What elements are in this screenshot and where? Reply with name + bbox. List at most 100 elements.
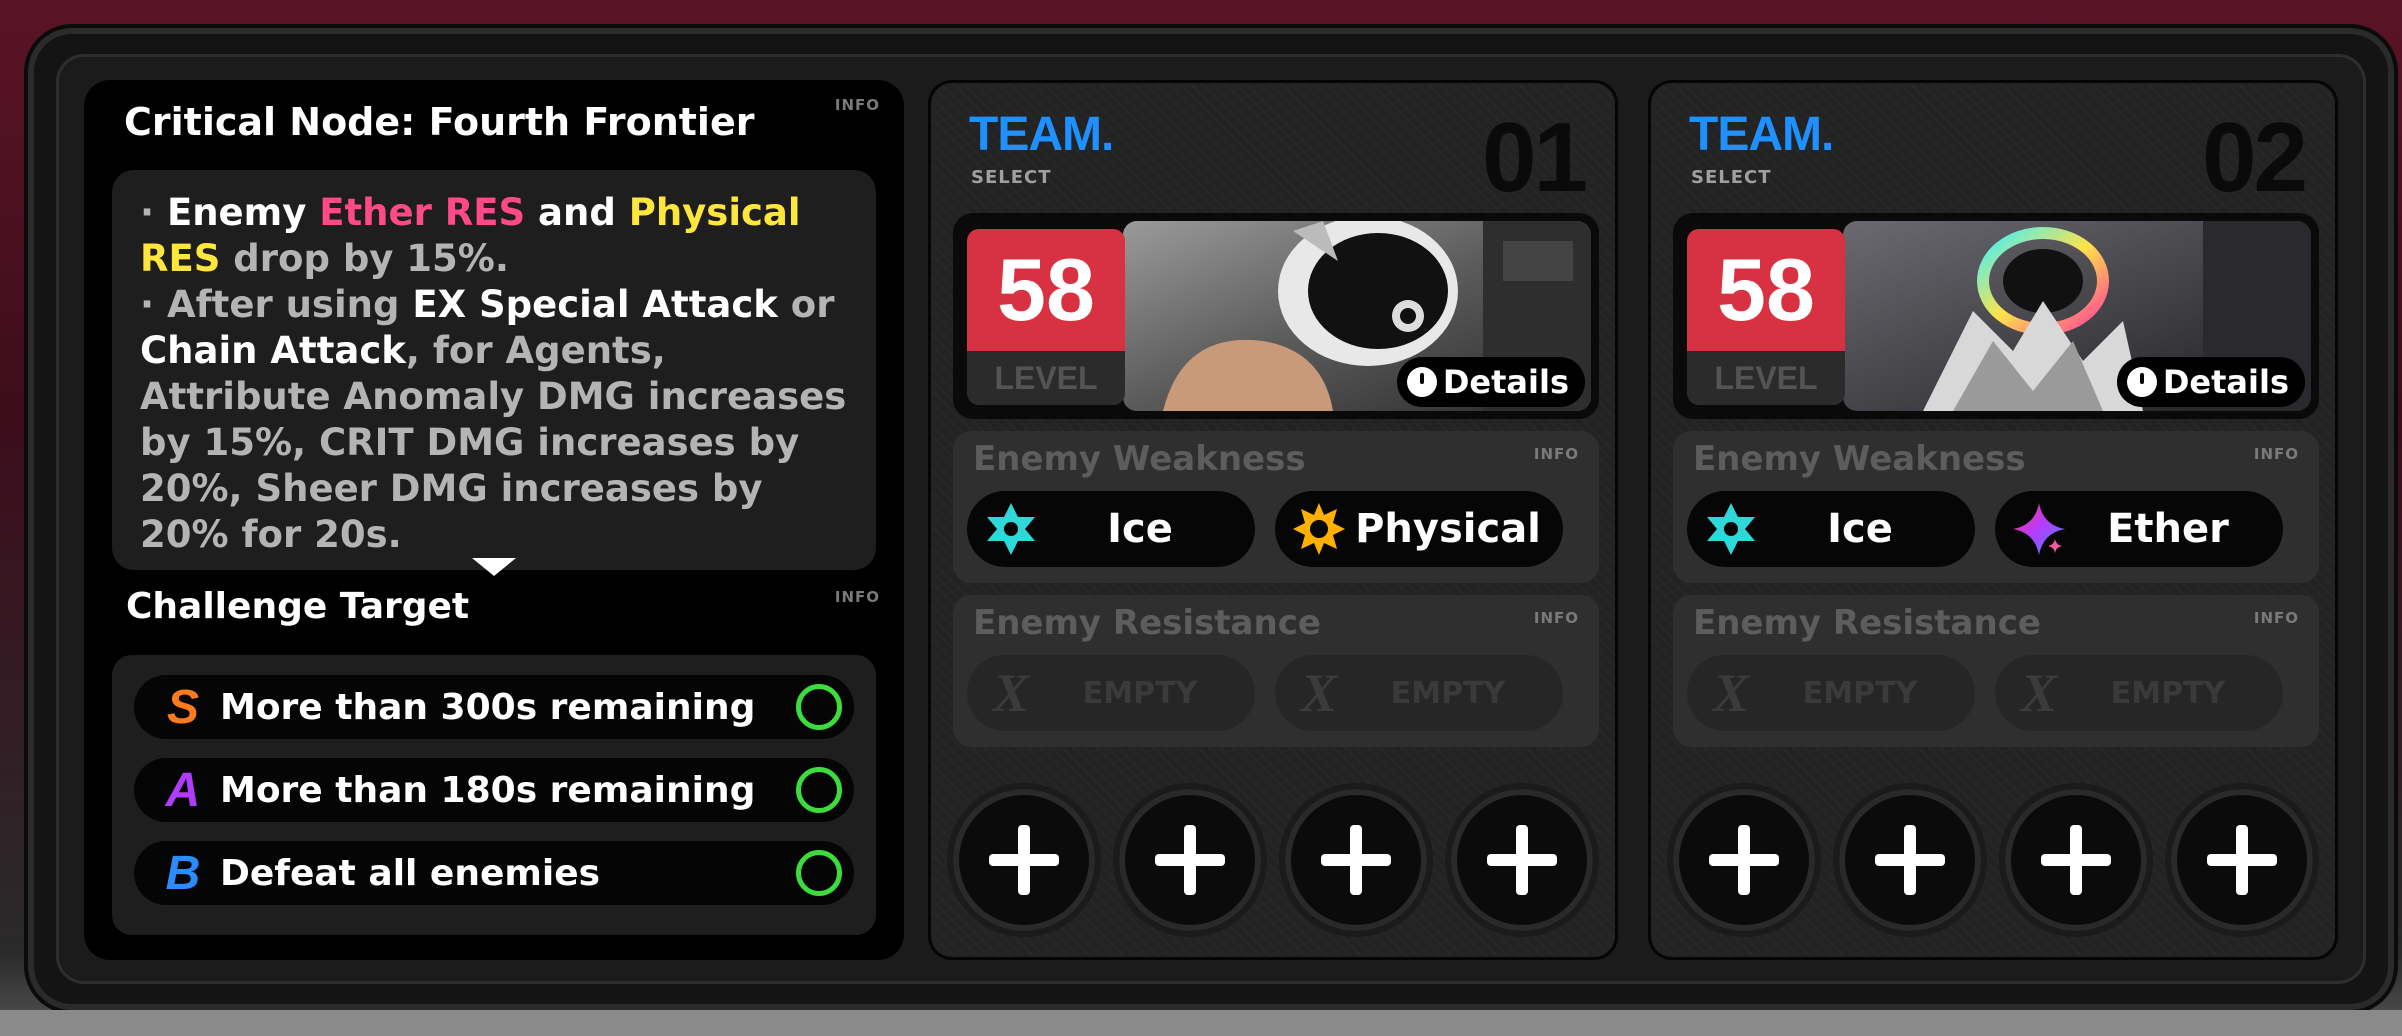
plus-icon: [1321, 825, 1391, 895]
node-description[interactable]: · Enemy Ether RES and Physical RES drop …: [112, 170, 876, 570]
weakness-info-button[interactable]: INFO: [2254, 445, 2299, 463]
desc-text: or: [777, 283, 835, 326]
level-badge: 58 LEVEL: [967, 229, 1125, 405]
level-label: LEVEL: [967, 351, 1125, 405]
enemy-banner[interactable]: 58 LEVEL Details: [1673, 213, 2319, 419]
weakness-ether[interactable]: Ether: [1995, 491, 2283, 567]
add-agent-slot[interactable]: [1445, 783, 1599, 937]
plus-icon: [989, 825, 1059, 895]
node-info-button[interactable]: INFO: [835, 96, 880, 114]
chain-attack-text: Chain Attack: [140, 329, 406, 372]
node-info-panel: Critical Node: Fourth Frontier INFO · En…: [84, 80, 904, 960]
resistance-label: EMPTY: [2110, 675, 2226, 711]
team-select-label: SELECT: [1691, 167, 1772, 188]
clock-icon: [2126, 367, 2157, 397]
enemy-resistance-title: Enemy Resistance: [973, 603, 1321, 643]
enemy-banner[interactable]: 58 LEVEL Details: [953, 213, 1599, 419]
rank-s-icon: S: [166, 680, 199, 734]
challenge-info-button[interactable]: INFO: [835, 588, 880, 606]
level-value: 58: [967, 229, 1125, 351]
team-select-label: SELECT: [971, 167, 1052, 188]
bullet: ·: [140, 283, 167, 326]
enemy-weakness-section: Enemy Weakness INFO Ice Physical: [953, 431, 1599, 583]
ether-res-text: Ether RES: [319, 191, 526, 234]
add-agent-slot[interactable]: [2165, 783, 2319, 937]
team-panel-02: TEAM. SELECT 02 58 LEVEL Details Enemy W…: [1648, 80, 2338, 960]
weakness-ice[interactable]: Ice: [1687, 491, 1975, 567]
bullet: ·: [140, 191, 167, 234]
empty-x-icon: X: [992, 663, 1030, 723]
team-label: TEAM.: [969, 108, 1114, 161]
weakness-label: Ether: [2107, 506, 2229, 552]
ex-special-text: EX Special Attack: [412, 283, 778, 326]
enemy-weakness-title: Enemy Weakness: [973, 439, 1306, 479]
details-button[interactable]: Details: [1396, 357, 1585, 407]
plus-icon: [1709, 825, 1779, 895]
resistance-label: EMPTY: [1082, 675, 1198, 711]
add-agent-slot[interactable]: [1113, 783, 1267, 937]
resistance-label: EMPTY: [1802, 675, 1918, 711]
level-value: 58: [1687, 229, 1845, 351]
challenge-target-row: B Defeat all enemies: [134, 841, 854, 905]
team-panel-01: TEAM. SELECT 01 58 LEVEL Details Enemy W…: [928, 80, 1618, 960]
plus-icon: [1875, 825, 1945, 895]
resistance-info-button[interactable]: INFO: [1534, 609, 1579, 627]
ice-icon: [1701, 499, 1761, 559]
clock-icon: [1406, 367, 1437, 397]
add-agent-slot[interactable]: [1279, 783, 1433, 937]
weakness-physical[interactable]: Physical: [1275, 491, 1563, 567]
weakness-info-button[interactable]: INFO: [1534, 445, 1579, 463]
weakness-label: Ice: [1827, 506, 1893, 552]
desc-bullet-1: · Enemy Ether RES and Physical RES drop …: [140, 190, 848, 282]
node-title: Critical Node: Fourth Frontier: [124, 100, 755, 144]
details-button[interactable]: Details: [2116, 357, 2305, 407]
ice-icon: [981, 499, 1041, 559]
enemy-resistance-section: Enemy Resistance INFO X EMPTY X EMPTY: [953, 595, 1599, 747]
challenge-target-text: More than 180s remaining: [220, 769, 756, 811]
challenge-target-text: More than 300s remaining: [220, 686, 756, 728]
resistance-empty: X EMPTY: [967, 655, 1255, 731]
desc-text: and: [525, 191, 629, 234]
add-agent-slot[interactable]: [947, 783, 1101, 937]
plus-icon: [1487, 825, 1557, 895]
agent-slots: [947, 783, 1607, 943]
weakness-label: Ice: [1107, 506, 1173, 552]
challenge-target-text: Defeat all enemies: [220, 852, 601, 894]
desc-bullet-2: · After using EX Special Attack or Chain…: [140, 282, 848, 558]
challenge-target-list: S More than 300s remaining A More than 1…: [112, 655, 876, 935]
challenge-target-row: S More than 300s remaining: [134, 675, 854, 739]
physical-icon: [1289, 499, 1349, 559]
enemy-weakness-title: Enemy Weakness: [1693, 439, 2026, 479]
level-label: LEVEL: [1687, 351, 1845, 405]
rank-b-icon: B: [165, 846, 201, 900]
challenge-target-title: Challenge Target: [126, 586, 470, 627]
resistance-label: EMPTY: [1390, 675, 1506, 711]
weakness-label: Physical: [1355, 506, 1541, 552]
level-badge: 58 LEVEL: [1687, 229, 1845, 405]
weakness-ice[interactable]: Ice: [967, 491, 1255, 567]
challenge-target-row: A More than 180s remaining: [134, 758, 854, 822]
scroll-down-icon[interactable]: [472, 558, 516, 576]
agent-slots: [1667, 783, 2327, 943]
resistance-empty: X EMPTY: [1995, 655, 2283, 731]
resistance-info-button[interactable]: INFO: [2254, 609, 2299, 627]
plus-icon: [2041, 825, 2111, 895]
resistance-empty: X EMPTY: [1687, 655, 1975, 731]
empty-x-icon: X: [1712, 663, 1750, 723]
bottom-strip: [0, 1010, 2402, 1036]
add-agent-slot[interactable]: [1999, 783, 2153, 937]
details-label: Details: [1442, 363, 1569, 401]
enemy-resistance-section: Enemy Resistance INFO X EMPTY X EMPTY: [1673, 595, 2319, 747]
team-label: TEAM.: [1689, 108, 1834, 161]
details-label: Details: [2162, 363, 2289, 401]
empty-x-icon: X: [2020, 663, 2058, 723]
add-agent-slot[interactable]: [1667, 783, 1821, 937]
status-circle-icon: [796, 684, 842, 730]
add-agent-slot[interactable]: [1833, 783, 1987, 937]
desc-text: drop by 15%.: [220, 237, 509, 280]
enemy-weakness-section: Enemy Weakness INFO Ice Ether: [1673, 431, 2319, 583]
plus-icon: [2207, 825, 2277, 895]
team-number: 01: [1481, 102, 1588, 212]
empty-x-icon: X: [1300, 663, 1338, 723]
status-circle-icon: [796, 767, 842, 813]
